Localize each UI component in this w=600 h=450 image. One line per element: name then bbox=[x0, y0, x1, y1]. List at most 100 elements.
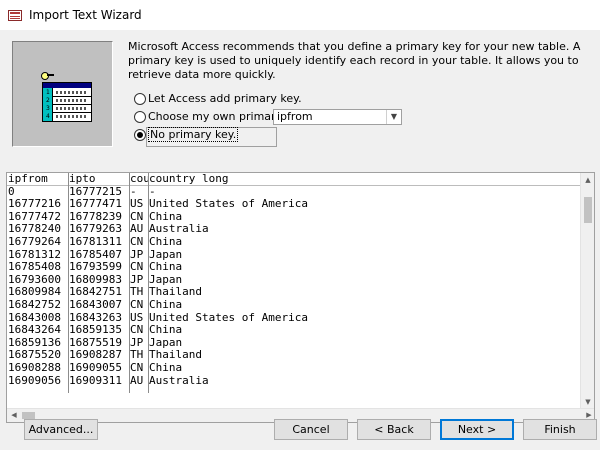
table-cell: United States of America bbox=[149, 198, 308, 211]
column-header[interactable]: ipto bbox=[69, 173, 128, 186]
table-cell: Japan bbox=[149, 273, 183, 286]
table-cell: 16793599 bbox=[69, 261, 122, 274]
table-row: 16875520 16908287 TH Thailand bbox=[7, 349, 580, 362]
table-cell: 16843263 bbox=[69, 311, 122, 324]
cancel-button[interactable]: Cancel bbox=[274, 419, 348, 440]
table-cell: CN bbox=[130, 324, 144, 337]
scroll-down-icon[interactable]: ▼ bbox=[581, 395, 594, 409]
table-row: 16859136 16875519 JP Japan bbox=[7, 337, 580, 350]
table-cell: 16909056 bbox=[8, 374, 61, 387]
horizontal-scroll-thumb[interactable] bbox=[22, 412, 35, 419]
table-cell: Thailand bbox=[149, 349, 202, 362]
wizard-app-icon bbox=[8, 9, 22, 21]
finish-button[interactable]: Finish bbox=[523, 419, 597, 440]
table-cell: JP bbox=[130, 248, 144, 261]
vertical-scrollbar[interactable]: ▲ ▼ bbox=[580, 173, 594, 409]
table-row: 16809984 16842751 TH Thailand bbox=[7, 286, 580, 299]
table-icon: 1 2 3 4 bbox=[42, 82, 92, 122]
window-title: Import Text Wizard bbox=[29, 8, 142, 22]
table-cell: AU bbox=[130, 374, 144, 387]
back-button[interactable]: < Back bbox=[357, 419, 431, 440]
illustration-row-number: 3 bbox=[46, 105, 50, 112]
table-cell: 16842751 bbox=[69, 286, 122, 299]
table-cell: US bbox=[130, 311, 144, 324]
radio-button[interactable] bbox=[134, 110, 146, 123]
data-preview-grid[interactable]: ipfrom ipto cou country long 0 16777215- -… bbox=[6, 172, 595, 423]
table-cell: 16777472 bbox=[8, 210, 61, 223]
advanced-button[interactable]: Advanced... bbox=[24, 419, 98, 440]
vertical-scroll-thumb[interactable] bbox=[584, 197, 592, 223]
table-cell: 16843008 bbox=[8, 311, 61, 324]
table-cell: China bbox=[149, 361, 183, 374]
table-row: 16908288 16909055 CN China bbox=[7, 362, 580, 375]
grid-header-row: ipfrom ipto cou country long bbox=[7, 173, 580, 186]
illustration-row-number: 4 bbox=[46, 113, 50, 120]
column-header[interactable]: cou bbox=[130, 173, 148, 186]
table-cell: 16777216 bbox=[8, 198, 61, 211]
table-cell: Japan bbox=[149, 248, 183, 261]
table-cell: 16809984 bbox=[8, 286, 61, 299]
table-cell: 16908287 bbox=[69, 349, 122, 362]
illustration-row-number: 1 bbox=[46, 89, 50, 96]
table-cell: China bbox=[149, 324, 183, 337]
table-cell: 16842752 bbox=[8, 298, 61, 311]
table-cell: 16809983 bbox=[69, 273, 122, 286]
table-cell: Australia bbox=[149, 223, 209, 236]
table-cell: CN bbox=[130, 298, 144, 311]
column-header[interactable]: country long bbox=[149, 173, 579, 186]
option-no-primary-key[interactable]: No primary key. bbox=[134, 127, 239, 142]
table-cell: Australia bbox=[149, 374, 209, 387]
table-row: 16777472 16778239 CN China bbox=[7, 211, 580, 224]
next-button[interactable]: Next > bbox=[440, 419, 514, 440]
table-cell: CN bbox=[130, 235, 144, 248]
table-cell: Thailand bbox=[149, 286, 202, 299]
table-cell: 16777471 bbox=[69, 198, 122, 211]
table-row: 16909056 16909311 AU Australia bbox=[7, 375, 580, 388]
scroll-left-icon[interactable]: ◀ bbox=[7, 409, 21, 422]
selected-field: ipfrom bbox=[277, 110, 313, 123]
table-cell: 16779264 bbox=[8, 235, 61, 248]
table-cell: 16778239 bbox=[69, 210, 122, 223]
radio-button-checked[interactable] bbox=[134, 128, 146, 141]
table-cell: AU bbox=[130, 223, 144, 236]
grid-rows: ipfrom ipto cou country long 0 16777215- -… bbox=[7, 173, 580, 393]
radio-button[interactable] bbox=[134, 92, 146, 105]
table-cell: 16909311 bbox=[69, 374, 122, 387]
intro-text: Microsoft Access recommends that you def… bbox=[128, 40, 581, 81]
table-cell: 16875520 bbox=[8, 349, 61, 362]
table-cell: 16859136 bbox=[8, 336, 61, 349]
table-cell: 16793600 bbox=[8, 273, 61, 286]
table-cell: TH bbox=[130, 286, 144, 299]
table-row: 16843264 16859135 CN China bbox=[7, 324, 580, 337]
scroll-up-icon[interactable]: ▲ bbox=[581, 173, 594, 187]
title-bar: Import Text Wizard bbox=[0, 0, 600, 30]
table-cell: CN bbox=[130, 361, 144, 374]
table-cell: China bbox=[149, 235, 183, 248]
table-cell: CN bbox=[130, 261, 144, 274]
table-row: 16777216 16777471 US United States of Ameri… bbox=[7, 198, 580, 211]
column-header[interactable]: ipfrom bbox=[8, 173, 67, 186]
table-cell: 16843264 bbox=[8, 324, 61, 337]
table-cell: 16859135 bbox=[69, 324, 122, 337]
primary-key-field-select[interactable]: ipfrom ▼ bbox=[273, 109, 402, 125]
table-cell: 16875519 bbox=[69, 336, 122, 349]
option-let-access-add-key[interactable]: Let Access add primary key. bbox=[134, 92, 302, 105]
primary-key-illustration: 1 2 3 4 bbox=[12, 41, 113, 147]
table-cell: 16908288 bbox=[8, 361, 61, 374]
table-row: 16781312 16785407 JP Japan bbox=[7, 249, 580, 262]
table-cell: 16777215 bbox=[69, 185, 122, 198]
table-cell: China bbox=[149, 210, 183, 223]
table-cell: 16785407 bbox=[69, 248, 122, 261]
chevron-down-icon[interactable]: ▼ bbox=[386, 110, 401, 124]
table-cell: 16843007 bbox=[69, 298, 122, 311]
table-row: 16778240 16779263 AU Australia bbox=[7, 223, 580, 236]
table-cell: 16781312 bbox=[8, 248, 61, 261]
key-icon bbox=[41, 72, 55, 80]
table-row: 0 16777215- - bbox=[7, 186, 580, 199]
table-cell: Japan bbox=[149, 336, 183, 349]
illustration-row-number: 2 bbox=[46, 97, 50, 104]
table-row: 16843008 16843263 US United States of Ameri… bbox=[7, 312, 580, 325]
table-cell: 16781311 bbox=[69, 235, 122, 248]
table-cell: 16778240 bbox=[8, 223, 61, 236]
table-cell: JP bbox=[130, 336, 144, 349]
